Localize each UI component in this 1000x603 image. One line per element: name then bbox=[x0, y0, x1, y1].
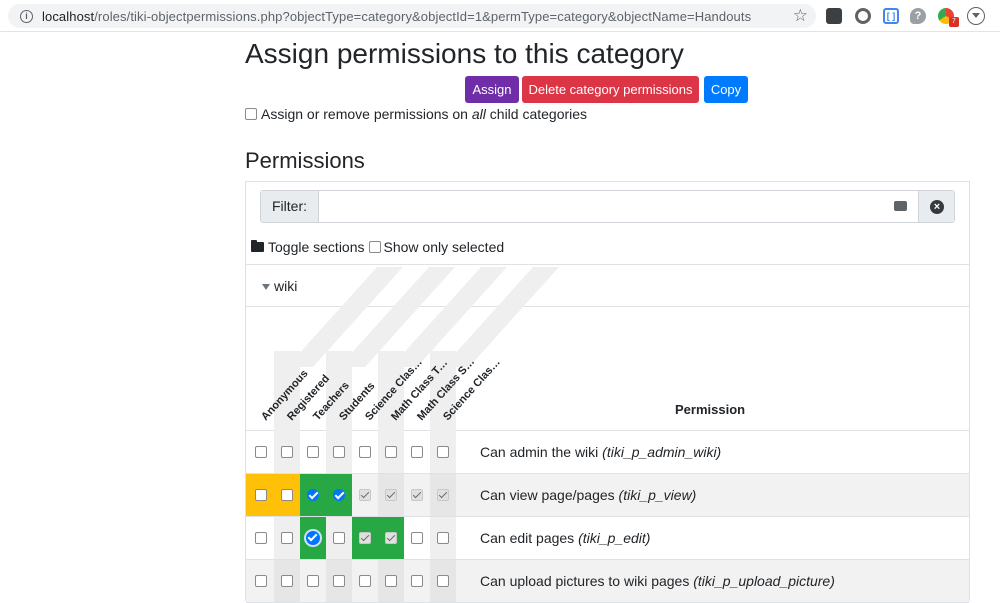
perm-checkbox[interactable] bbox=[281, 489, 293, 501]
section-label: wiki bbox=[274, 278, 298, 294]
extension-circle-icon[interactable] bbox=[855, 8, 871, 24]
keyboard-icon[interactable] bbox=[894, 201, 907, 211]
perm-checkbox[interactable] bbox=[333, 446, 345, 458]
table-header: Anonymous Registered Teachers Students S… bbox=[246, 307, 969, 431]
permission-column-header: Permission bbox=[675, 402, 746, 417]
column-header: Registered bbox=[274, 307, 332, 431]
perm-checkbox[interactable] bbox=[255, 446, 267, 458]
table-row: Can view page/pages (tiki_p_view) bbox=[246, 474, 969, 517]
perm-checkbox[interactable] bbox=[333, 575, 345, 587]
extension-keyboard-icon[interactable] bbox=[826, 8, 842, 24]
perm-checkbox-inherited[interactable] bbox=[359, 532, 371, 544]
clear-filter-button[interactable]: × bbox=[918, 191, 954, 222]
page-title: Assign permissions to this category bbox=[245, 38, 684, 69]
perm-checkbox[interactable] bbox=[411, 532, 423, 544]
permission-label: Can edit pages (tiki_p_edit) bbox=[480, 530, 651, 546]
url-host: localhost bbox=[42, 9, 95, 24]
toggle-sections-link[interactable]: Toggle sections bbox=[268, 239, 365, 255]
url-text[interactable]: localhost/roles/tiki-objectpermissions.p… bbox=[42, 9, 751, 24]
profile-menu-icon[interactable] bbox=[967, 7, 985, 25]
perm-checkbox[interactable] bbox=[437, 532, 449, 544]
show-only-selected-label: Show only selected bbox=[383, 239, 505, 255]
perm-checkbox-inherited[interactable] bbox=[437, 489, 449, 501]
perm-checkbox[interactable] bbox=[333, 532, 345, 544]
filter-input[interactable] bbox=[319, 191, 917, 222]
caret-down-icon bbox=[262, 284, 270, 290]
column-header: Anonymous bbox=[248, 307, 310, 431]
perm-checkbox[interactable] bbox=[411, 575, 423, 587]
show-only-selected-checkbox[interactable] bbox=[368, 241, 381, 254]
perm-checkbox[interactable] bbox=[437, 575, 449, 587]
child-categories-label-pre: Assign or remove permissions on bbox=[261, 106, 472, 122]
perm-checkbox[interactable] bbox=[255, 489, 267, 501]
filter-label: Filter: bbox=[261, 191, 319, 222]
child-categories-label-em: all bbox=[471, 106, 486, 122]
extension-help-icon[interactable]: ? bbox=[910, 8, 926, 24]
perm-checkbox-checked[interactable] bbox=[333, 489, 345, 501]
child-categories-checkbox[interactable] bbox=[245, 108, 257, 121]
permissions-panel: Filter: × Toggle sections Show only selec… bbox=[245, 181, 970, 603]
bookmark-star-icon[interactable]: ☆ bbox=[793, 6, 808, 26]
info-icon[interactable]: i bbox=[20, 10, 33, 23]
copy-button[interactable]: Copy bbox=[704, 76, 748, 103]
perm-checkbox-inherited[interactable] bbox=[385, 532, 397, 544]
table-row: Can edit pages (tiki_p_edit) bbox=[246, 517, 969, 560]
perm-checkbox-inherited[interactable] bbox=[411, 489, 423, 501]
permission-label: Can view page/pages (tiki_p_view) bbox=[480, 487, 697, 503]
table-row: Can upload pictures to wiki pages (tiki_… bbox=[246, 560, 969, 603]
address-bar[interactable]: i localhost/roles/tiki-objectpermissions… bbox=[8, 4, 816, 28]
perm-checkbox[interactable] bbox=[281, 575, 293, 587]
url-path: /roles/tiki-objectpermissions.php?object… bbox=[94, 9, 752, 24]
perm-checkbox[interactable] bbox=[359, 575, 371, 587]
perm-checkbox-inherited[interactable] bbox=[385, 489, 397, 501]
perm-checkbox-checked[interactable] bbox=[307, 489, 319, 501]
perm-checkbox[interactable] bbox=[281, 446, 293, 458]
extension-bracket-icon[interactable]: [ ] bbox=[883, 8, 899, 24]
perm-checkbox[interactable] bbox=[255, 532, 267, 544]
filter-group: Filter: × bbox=[260, 190, 955, 223]
perm-checkbox[interactable] bbox=[359, 446, 371, 458]
table-row: Can admin the wiki (tiki_p_admin_wiki) bbox=[246, 431, 969, 474]
delete-category-permissions-button[interactable]: Delete category permissions bbox=[522, 76, 699, 103]
permissions-heading: Permissions bbox=[245, 148, 365, 173]
perm-checkbox[interactable] bbox=[255, 575, 267, 587]
child-categories-label-post: child categories bbox=[485, 106, 588, 122]
perm-checkbox[interactable] bbox=[385, 575, 397, 587]
perm-checkbox[interactable] bbox=[307, 446, 319, 458]
perm-checkbox[interactable] bbox=[281, 532, 293, 544]
perm-checkbox[interactable] bbox=[385, 446, 397, 458]
folder-icon[interactable] bbox=[251, 240, 264, 253]
close-circle-icon: × bbox=[930, 200, 944, 214]
table-options: Toggle sections Show only selected bbox=[251, 239, 504, 255]
perm-checkbox[interactable] bbox=[437, 446, 449, 458]
perm-checkbox[interactable] bbox=[307, 575, 319, 587]
child-categories-option[interactable]: Assign or remove permissions on all chil… bbox=[245, 106, 587, 122]
permission-label: Can upload pictures to wiki pages (tiki_… bbox=[480, 573, 835, 589]
browser-toolbar: i localhost/roles/tiki-objectpermissions… bbox=[0, 0, 1000, 32]
perm-checkbox-inherited[interactable] bbox=[359, 489, 371, 501]
permission-label: Can admin the wiki (tiki_p_admin_wiki) bbox=[480, 444, 722, 460]
assign-button[interactable]: Assign bbox=[465, 76, 519, 103]
extension-badge: 7 bbox=[949, 17, 959, 27]
perm-checkbox-checked[interactable] bbox=[306, 531, 320, 545]
perm-checkbox[interactable] bbox=[411, 446, 423, 458]
